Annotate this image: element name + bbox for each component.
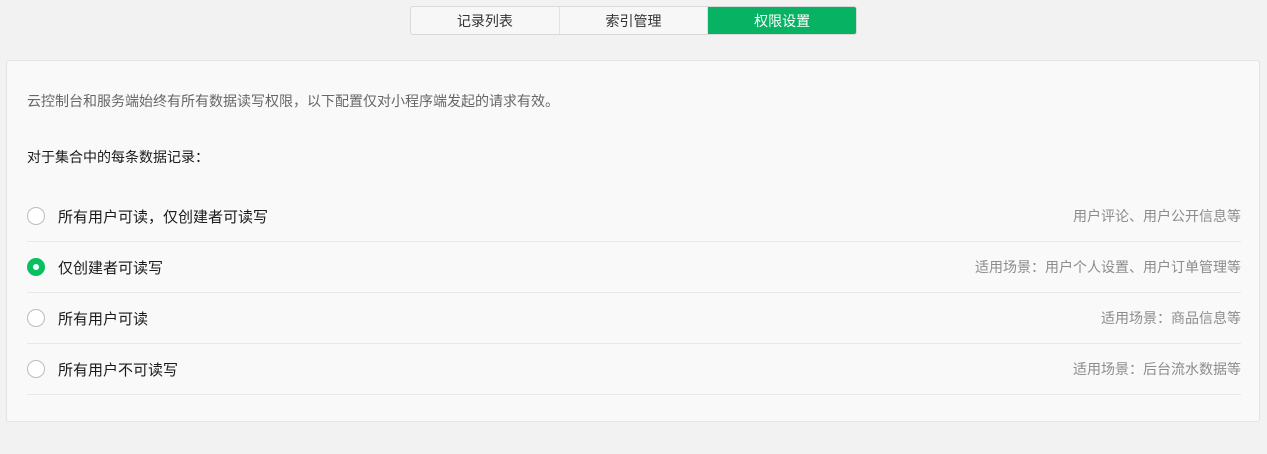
option-left: 所有用户可读 (27, 308, 148, 329)
permission-options: 所有用户可读，仅创建者可读写 用户评论、用户公开信息等 仅创建者可读写 适用场景… (27, 191, 1241, 395)
permission-notice: 云控制台和服务端始终有所有数据读写权限，以下配置仅对小程序端发起的请求有效。 (27, 94, 559, 110)
option-all-read[interactable]: 所有用户可读 适用场景：商品信息等 (27, 293, 1241, 344)
option-label: 所有用户可读，仅创建者可读写 (58, 207, 269, 226)
tab-bar: 记录列表 索引管理 权限设置 (410, 6, 857, 35)
option-no-access[interactable]: 所有用户不可读写 适用场景：后台流水数据等 (27, 344, 1241, 395)
option-label: 仅创建者可读写 (58, 258, 164, 277)
permission-panel: 云控制台和服务端始终有所有数据读写权限，以下配置仅对小程序端发起的请求有效。 对… (6, 60, 1260, 422)
option-hint: 适用场景：后台流水数据等 (1073, 362, 1241, 378)
tab-record-list[interactable]: 记录列表 (411, 7, 560, 34)
option-hint: 适用场景：商品信息等 (1101, 311, 1241, 327)
radio-button[interactable] (27, 309, 45, 327)
option-label: 所有用户不可读写 (58, 360, 179, 379)
tab-index-management[interactable]: 索引管理 (559, 7, 709, 34)
option-hint: 用户评论、用户公开信息等 (1073, 209, 1241, 225)
option-left: 仅创建者可读写 (27, 257, 163, 278)
option-left: 所有用户可读，仅创建者可读写 (27, 206, 268, 227)
tab-permission-settings[interactable]: 权限设置 (708, 7, 856, 34)
option-hint: 适用场景：用户个人设置、用户订单管理等 (975, 260, 1241, 276)
option-creator-only[interactable]: 仅创建者可读写 适用场景：用户个人设置、用户订单管理等 (27, 242, 1241, 293)
radio-button[interactable] (27, 207, 45, 225)
option-all-read-creator-write[interactable]: 所有用户可读，仅创建者可读写 用户评论、用户公开信息等 (27, 191, 1241, 242)
option-label: 所有用户可读 (58, 309, 149, 328)
section-title: 对于集合中的每条数据记录： (27, 150, 209, 166)
radio-button-selected[interactable] (27, 258, 45, 276)
radio-button[interactable] (27, 360, 45, 378)
option-left: 所有用户不可读写 (27, 359, 178, 380)
